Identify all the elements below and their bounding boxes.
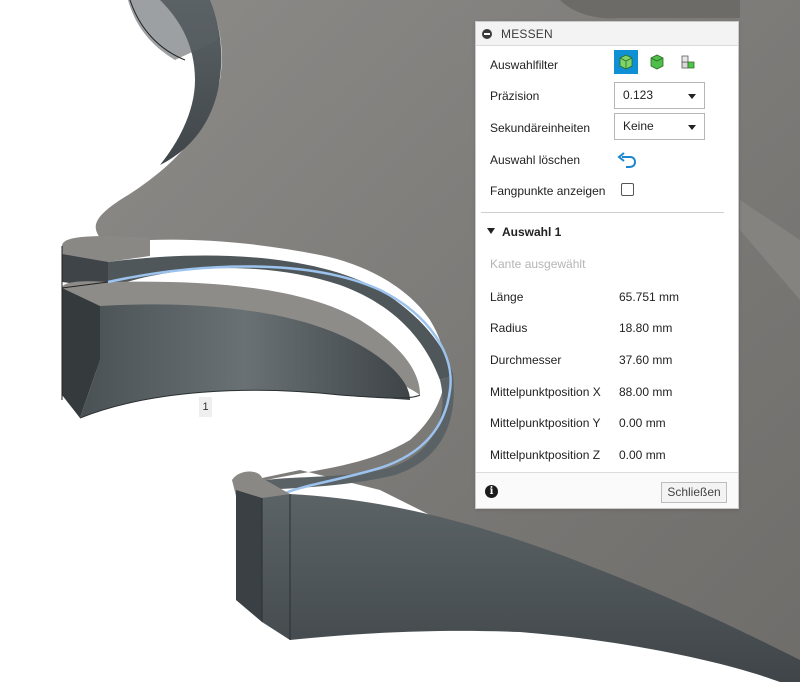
- panel-title: MESSEN: [501, 27, 553, 41]
- marker-label: 1: [199, 397, 212, 417]
- measurement-label: Mittelpunktposition Z: [490, 448, 601, 462]
- edge-filter-button[interactable]: [676, 50, 700, 74]
- chevron-down-icon: [688, 94, 696, 99]
- show-snap-points-label: Fangpunkte anzeigen: [490, 184, 606, 198]
- bottom-tab-wall: [236, 490, 262, 622]
- close-button[interactable]: Schließen: [661, 482, 727, 503]
- chevron-down-icon: [688, 125, 696, 130]
- selection-filter-label: Auswahlfilter: [490, 58, 559, 72]
- selection-section-title[interactable]: Auswahl 1: [502, 225, 561, 239]
- clear-selection-label: Auswahl löschen: [490, 153, 581, 167]
- measurement-label: Durchmesser: [490, 353, 562, 367]
- body-filter-icon: [619, 54, 633, 70]
- panel-footer: i Schließen: [476, 472, 738, 508]
- undo-icon[interactable]: [617, 151, 637, 169]
- face-filter-button[interactable]: [645, 50, 669, 74]
- measurement-value: 18.80 mm: [619, 321, 673, 335]
- measure-panel: MESSEN Auswahlfilter Präzision 0.123 Sek…: [475, 21, 739, 509]
- body-filter-button[interactable]: [614, 50, 638, 74]
- face-filter-icon: [650, 54, 664, 70]
- measurement-value: 88.00 mm: [619, 385, 673, 399]
- secondary-units-select[interactable]: Keine: [614, 113, 705, 140]
- measurement-value: 37.60 mm: [619, 353, 673, 367]
- measurement-value: 0.00 mm: [619, 448, 666, 462]
- precision-label: Präzision: [490, 89, 540, 103]
- selection-hint: Kante ausgewählt: [490, 257, 586, 271]
- precision-value: 0.123: [623, 88, 654, 102]
- measurement-label: Mittelpunktposition Y: [490, 416, 601, 430]
- measurement-label: Länge: [490, 290, 524, 304]
- measurement-value: 65.751 mm: [619, 290, 680, 304]
- collapse-icon[interactable]: [482, 29, 492, 39]
- precision-select[interactable]: 0.123: [614, 82, 705, 109]
- info-icon[interactable]: i: [485, 485, 498, 498]
- show-snap-points-checkbox[interactable]: [621, 183, 634, 196]
- measurement-value: 0.00 mm: [619, 416, 666, 430]
- secondary-units-label: Sekundäreinheiten: [490, 121, 591, 135]
- divider: [481, 212, 724, 213]
- panel-header: MESSEN: [476, 22, 738, 46]
- edge-filter-icon: [681, 55, 695, 69]
- section-collapse-icon[interactable]: [487, 228, 495, 234]
- secondary-units-value: Keine: [623, 119, 654, 133]
- measurement-label: Radius: [490, 321, 528, 335]
- measurement-label: Mittelpunktposition X: [490, 385, 601, 399]
